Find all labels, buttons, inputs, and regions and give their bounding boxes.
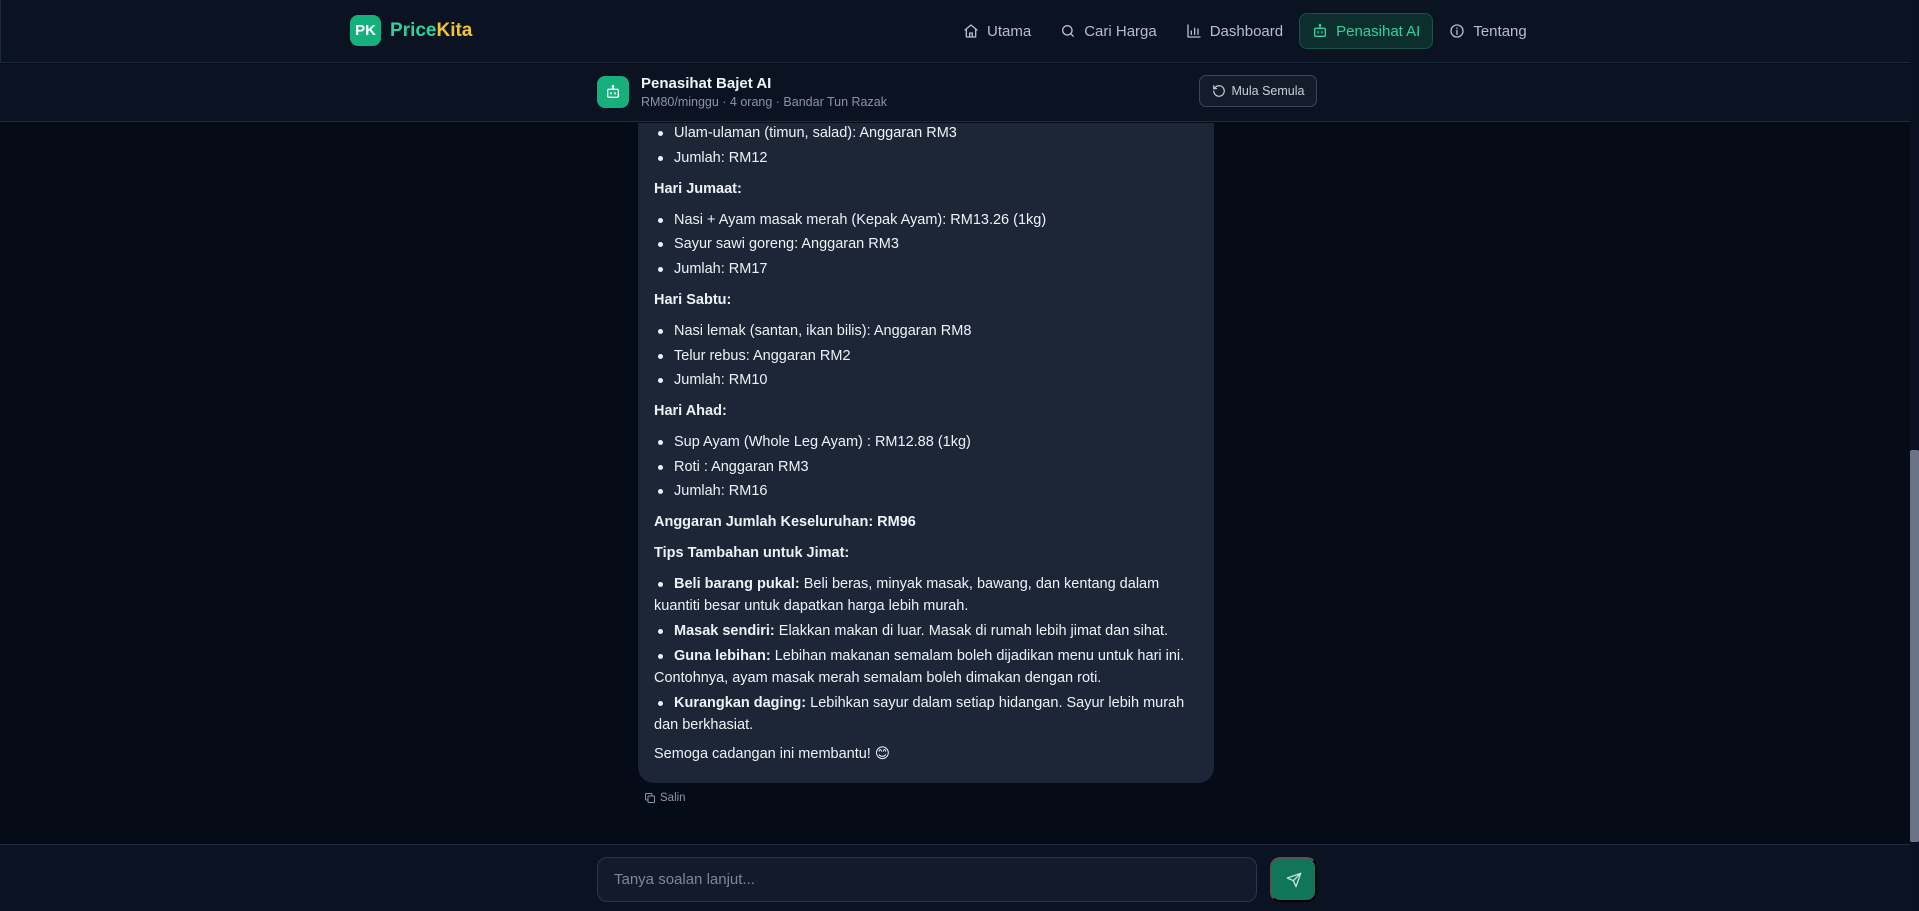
assistant-message: Ulam-ulaman (timun, salad): Anggaran RM3… bbox=[638, 123, 1214, 783]
nav-item-penasihat-ai[interactable]: Penasihat AI bbox=[1299, 13, 1434, 49]
message-list: Ulam-ulaman (timun, salad): Anggaran RM3… bbox=[0, 123, 1910, 844]
list-item: Sup Ayam (Whole Leg Ayam) : RM12.88 (1kg… bbox=[658, 431, 1200, 453]
scrollbar-thumb[interactable] bbox=[1910, 450, 1919, 842]
rotate-ccw-icon bbox=[1212, 85, 1225, 97]
chat-header: Penasihat Bajet AI RM80/minggu · 4 orang… bbox=[0, 64, 1910, 122]
day-heading: Hari Ahad: bbox=[654, 403, 727, 419]
list-item: Sayur sawi goreng: Anggaran RM3 bbox=[658, 233, 1200, 255]
total-budget: Anggaran Jumlah Keseluruhan: RM96 bbox=[654, 514, 916, 530]
list-item: Jumlah: RM10 bbox=[658, 369, 1200, 391]
bot-avatar bbox=[597, 76, 629, 108]
tip-text: Elakkan makan di luar. Masak di rumah le… bbox=[774, 623, 1169, 639]
nav-item-cari-harga[interactable]: Cari Harga bbox=[1047, 13, 1170, 49]
tip-item: Guna lebihan: Lebihan makanan semalam bo… bbox=[654, 645, 1200, 689]
search-icon bbox=[1062, 25, 1075, 37]
home-icon bbox=[964, 24, 978, 38]
reset-button-label: Mula Semula bbox=[1231, 84, 1305, 98]
info-icon bbox=[1450, 24, 1465, 38]
chat-subtitle: RM80/minggu · 4 orang · Bandar Tun Razak bbox=[641, 95, 887, 109]
brand-name-part2: Kita bbox=[436, 19, 473, 41]
tip-title: Masak sendiri: bbox=[674, 623, 775, 639]
chat-title: Penasihat Bajet AI bbox=[641, 75, 772, 92]
nav-item-label: Dashboard bbox=[1209, 22, 1284, 40]
copy-button[interactable]: Salin bbox=[644, 792, 686, 804]
nav-item-dashboard[interactable]: Dashboard bbox=[1173, 13, 1296, 49]
send-button[interactable] bbox=[1270, 857, 1317, 902]
top-navbar: PK PriceKita Utama Cari Harga Dashboard … bbox=[0, 0, 1910, 63]
list-item: Roti : Anggaran RM3 bbox=[658, 456, 1200, 478]
tip-item: Beli barang pukal: Beli beras, minyak ma… bbox=[654, 573, 1200, 617]
tip-item: Kurangkan daging: Lebihkan sayur dalam s… bbox=[654, 692, 1200, 736]
tips-heading: Tips Tambahan untuk Jimat: bbox=[654, 545, 850, 561]
nav-item-label: Tentang bbox=[1473, 22, 1527, 40]
reset-button[interactable]: Mula Semula bbox=[1199, 75, 1317, 107]
brand-name: PriceKita bbox=[390, 20, 472, 42]
chat-input[interactable] bbox=[597, 857, 1257, 902]
tip-title: Beli barang pukal: bbox=[674, 576, 800, 592]
nav-item-label: Cari Harga bbox=[1084, 22, 1157, 40]
day-heading: Hari Sabtu: bbox=[654, 292, 732, 308]
nav-item-label: Penasihat AI bbox=[1336, 22, 1421, 40]
list-item: Nasi + Ayam masak merah (Kepak Ayam): RM… bbox=[658, 209, 1200, 231]
message-composer bbox=[0, 844, 1910, 911]
brand-logo[interactable]: PK PriceKita bbox=[350, 15, 472, 46]
day-heading: Hari Jumaat: bbox=[654, 181, 742, 197]
brand-badge: PK bbox=[350, 15, 381, 46]
tip-item: Masak sendiri: Elakkan makan di luar. Ma… bbox=[654, 620, 1200, 642]
nav-item-tentang[interactable]: Tentang bbox=[1436, 13, 1539, 49]
list-item: Ulam-ulaman (timun, salad): Anggaran RM3 bbox=[658, 123, 1200, 144]
main-nav: Utama Cari Harga Dashboard Penasihat AI … bbox=[950, 13, 1543, 49]
copy-icon bbox=[645, 793, 655, 803]
list-item: Nasi lemak (santan, ikan bilis): Anggara… bbox=[658, 320, 1200, 342]
bot-icon bbox=[607, 85, 619, 98]
list-item: Jumlah: RM17 bbox=[658, 258, 1200, 280]
bot-icon bbox=[1314, 24, 1327, 37]
nav-item-label: Utama bbox=[987, 22, 1032, 40]
tip-title: Guna lebihan: bbox=[674, 648, 771, 664]
copy-button-label: Salin bbox=[660, 792, 686, 804]
nav-item-utama[interactable]: Utama bbox=[950, 13, 1044, 49]
list-item: Jumlah: RM16 bbox=[658, 480, 1200, 502]
closing-text: Semoga cadangan ini membantu! 😊 bbox=[654, 746, 890, 762]
brand-name-part1: Price bbox=[390, 19, 437, 41]
tip-title: Kurangkan daging: bbox=[674, 695, 807, 711]
bar-chart-icon bbox=[1187, 24, 1201, 38]
send-icon bbox=[1286, 872, 1301, 887]
list-item: Jumlah: RM12 bbox=[658, 147, 1200, 169]
list-item: Telur rebus: Anggaran RM2 bbox=[658, 345, 1200, 367]
